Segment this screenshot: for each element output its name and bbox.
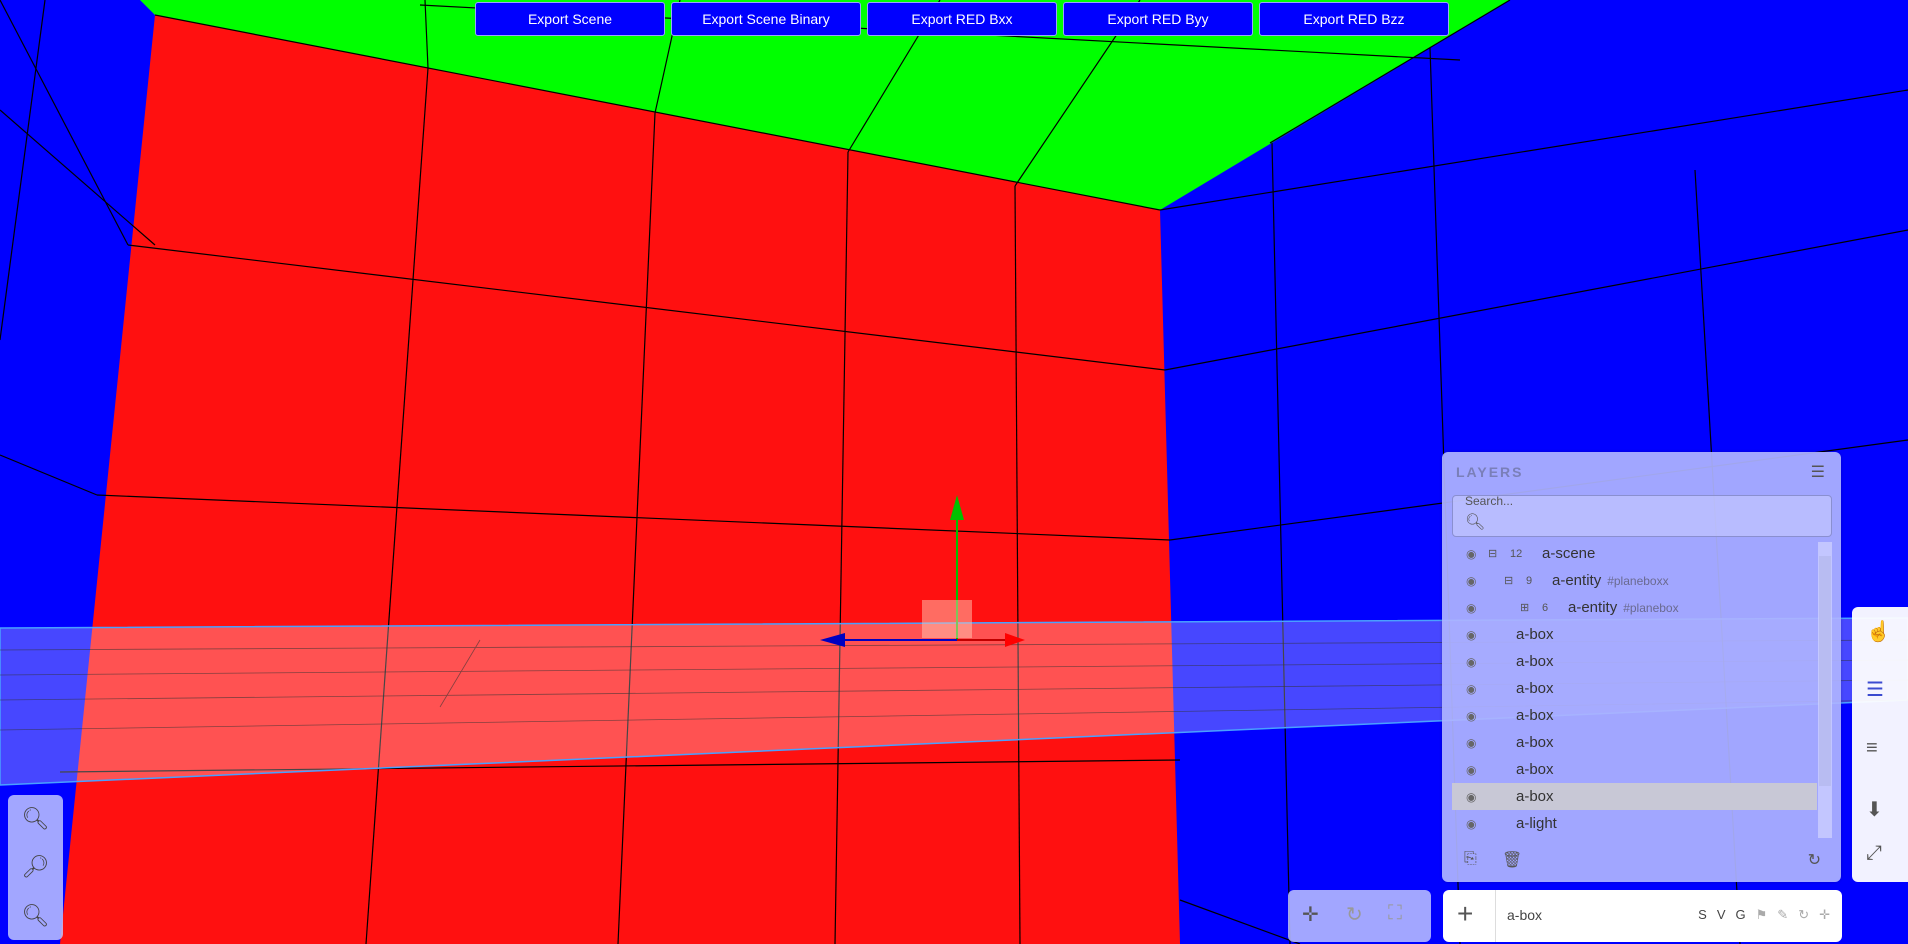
export-red-bxx-button[interactable]: Export RED Bxx [867, 2, 1057, 36]
collapse-icon[interactable]: ⊟ [1488, 547, 1497, 560]
tree-row[interactable]: ◉ a-box [1452, 648, 1817, 675]
tool-v[interactable]: V [1717, 907, 1726, 923]
search-label: Search... [1465, 494, 1514, 508]
redo-icon[interactable]: ↻ [1798, 907, 1809, 923]
children-count: 6 [1542, 601, 1549, 614]
tree-node-name: a-box [1516, 734, 1554, 751]
tree-row[interactable]: ◉ a-light [1452, 810, 1817, 837]
divider [1495, 890, 1496, 942]
visibility-eye-icon[interactable]: ◉ [1466, 574, 1476, 588]
tree-row[interactable]: ◉ a-box [1452, 729, 1817, 756]
refresh-icon[interactable]: ↻ [1808, 850, 1821, 870]
scale-icon[interactable]: ⛶ [1388, 902, 1402, 925]
visibility-eye-icon[interactable]: ◉ [1466, 817, 1476, 831]
tree-node-name: a-scene [1542, 545, 1596, 562]
visibility-eye-icon[interactable]: ◉ [1466, 601, 1476, 615]
zoom-reset-icon[interactable]: 🔎︎ [22, 854, 50, 880]
paint-icon[interactable]: ✎ [1777, 907, 1788, 923]
export-scene-binary-button[interactable]: Export Scene Binary [671, 2, 861, 36]
right-toolbar: ☝ ☰ ≡ ⬇ ⤢ [1852, 607, 1908, 882]
fullscreen-icon[interactable]: ⤢ [1866, 842, 1882, 865]
scrollbar-thumb[interactable] [1819, 556, 1831, 786]
layers-icon[interactable]: ☰ [1866, 677, 1884, 702]
tree-row[interactable]: ◉ a-box [1452, 702, 1817, 729]
layers-footer: ⎘ 🗑︎ ↻ [1442, 844, 1841, 882]
tree-node-name: a-box [1516, 707, 1554, 724]
visibility-eye-icon[interactable]: ◉ [1466, 682, 1476, 696]
tree-node-name: a-box [1516, 653, 1554, 670]
zoom-in-icon[interactable]: 🔍︎ [22, 806, 50, 832]
zoom-out-icon[interactable]: 🔍︎ [22, 903, 50, 929]
layers-panel: LAYERS ☰ Search... 🔍︎ ◉ ⊟ 12 a-scene ◉ ⊟… [1442, 452, 1841, 882]
tree-node-tag: a-entity [1552, 572, 1602, 589]
layers-stack-icon[interactable]: ☰ [1811, 462, 1825, 482]
search-field[interactable]: Search... 🔍︎ [1452, 494, 1832, 537]
visibility-eye-icon[interactable]: ◉ [1466, 709, 1476, 723]
layers-title: LAYERS [1456, 464, 1524, 480]
visibility-eye-icon[interactable]: ◉ [1466, 736, 1476, 750]
expand-icon[interactable]: ⊞ [1520, 601, 1529, 614]
tree-node-name: a-entity #planebox [1568, 599, 1679, 616]
children-count: 12 [1510, 547, 1523, 560]
tree-node-tag: a-entity [1568, 599, 1618, 616]
rotate-icon[interactable]: ↻ [1346, 902, 1363, 927]
visibility-eye-icon[interactable]: ◉ [1466, 763, 1476, 777]
tree-node-name: a-box [1516, 626, 1554, 643]
tree-node-id: #planebox [1623, 601, 1679, 615]
entity-bar: + a-box S V G ⚑ ✎ ↻ ✛ [1443, 890, 1842, 942]
zoom-controls: 🔍︎ 🔎︎ 🔍︎ [8, 795, 63, 940]
tree-row-selected[interactable]: ◉ a-box [1452, 783, 1817, 810]
layer-tree: ◉ ⊟ 12 a-scene ◉ ⊟ 9 a-entity #planeboxx … [1452, 540, 1830, 840]
delete-icon[interactable]: 🗑︎ [1502, 850, 1522, 870]
search-icon: 🔍︎ [1465, 514, 1486, 531]
children-count: 9 [1526, 574, 1533, 587]
tool-g[interactable]: G [1736, 907, 1746, 923]
tree-row[interactable]: ◉ ⊟ 12 a-scene [1452, 540, 1817, 567]
pointer-hand-icon[interactable]: ☝ [1866, 619, 1891, 644]
tree-row[interactable]: ◉ ⊞ 6 a-entity #planebox [1452, 594, 1817, 621]
entity-tools: S V G ⚑ ✎ ↻ ✛ [1698, 907, 1830, 923]
visibility-eye-icon[interactable]: ◉ [1466, 547, 1476, 561]
tree-node-name: a-entity #planeboxx [1552, 572, 1669, 589]
move-small-icon[interactable]: ✛ [1819, 907, 1830, 923]
tree-row[interactable]: ◉ a-box [1452, 621, 1817, 648]
copy-icon[interactable]: ⎘ [1464, 850, 1477, 868]
tree-node-name: a-box [1516, 680, 1554, 697]
tool-s[interactable]: S [1698, 907, 1707, 923]
visibility-eye-icon[interactable]: ◉ [1466, 628, 1476, 642]
export-red-byy-button[interactable]: Export RED Byy [1063, 2, 1253, 36]
visibility-eye-icon[interactable]: ◉ [1466, 790, 1476, 804]
flag-icon[interactable]: ⚑ [1756, 907, 1768, 923]
transform-mode-bar: ✛ ↻ ⛶ [1288, 890, 1431, 942]
tree-row[interactable]: ◉ a-box [1452, 675, 1817, 702]
sliders-icon[interactable]: ≡ [1866, 737, 1878, 760]
tree-row[interactable]: ◉ ⊟ 9 a-entity #planeboxx [1452, 567, 1817, 594]
layers-scrollbar[interactable] [1818, 542, 1832, 838]
tree-node-name: a-light [1516, 815, 1557, 832]
selected-tag: a-box [1507, 907, 1543, 923]
export-toolbar: Export Scene Export Scene Binary Export … [475, 2, 1449, 36]
download-icon[interactable]: ⬇ [1866, 797, 1883, 822]
tree-node-id: #planeboxx [1607, 574, 1669, 588]
export-scene-button[interactable]: Export Scene [475, 2, 665, 36]
tree-node-name: a-box [1516, 788, 1554, 805]
tree-node-name: a-box [1516, 761, 1554, 778]
move-icon[interactable]: ✛ [1302, 902, 1319, 927]
tree-row[interactable]: ◉ a-box [1452, 756, 1817, 783]
export-red-bzz-button[interactable]: Export RED Bzz [1259, 2, 1449, 36]
collapse-icon[interactable]: ⊟ [1504, 574, 1513, 587]
add-entity-button[interactable]: + [1457, 898, 1473, 930]
visibility-eye-icon[interactable]: ◉ [1466, 655, 1476, 669]
